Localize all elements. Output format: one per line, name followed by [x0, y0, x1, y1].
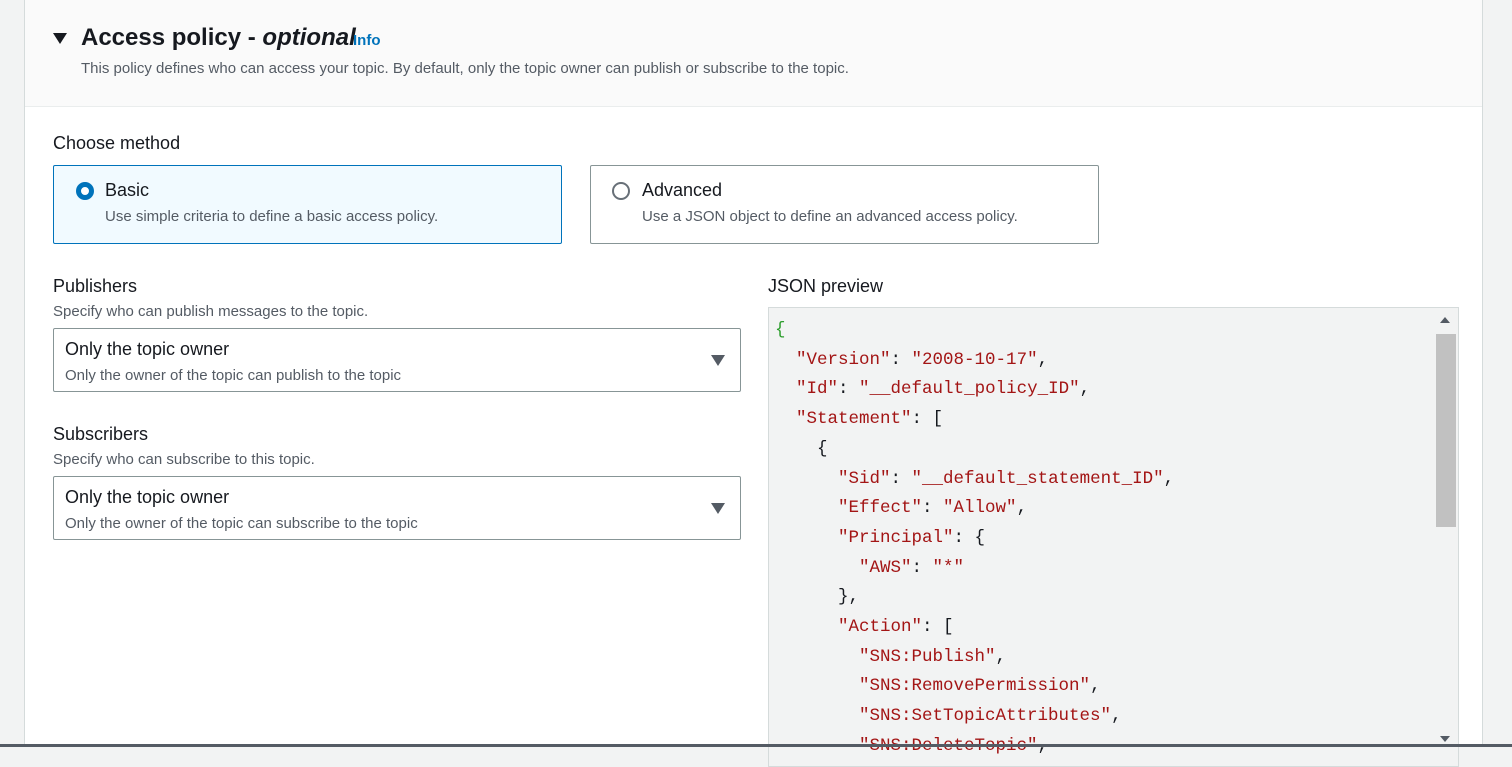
- json-value: "*": [932, 557, 965, 578]
- optional-label: optional: [262, 24, 356, 51]
- subscribers-value-description: Only the owner of the topic can subscrib…: [65, 515, 418, 532]
- json-line: "SNS:RemovePermission",: [859, 676, 1101, 697]
- method-advanced-title: Advanced: [642, 180, 723, 200]
- json-line: "SNS:SetTopicAttributes",: [859, 706, 1122, 727]
- json-brace: {: [775, 320, 786, 340]
- info-link[interactable]: Info: [353, 32, 381, 49]
- scroll-thumb[interactable]: [1436, 334, 1456, 527]
- method-basic-tile[interactable]: Basic Use simple criteria to define a ba…: [53, 165, 562, 244]
- json-string: "SNS:Publish": [859, 646, 996, 667]
- json-line: "Action": [: [838, 617, 954, 638]
- section-title-separator: -: [241, 24, 263, 51]
- section-title-text: Access policy: [81, 24, 242, 51]
- radio-advanced[interactable]: [612, 182, 630, 200]
- json-preview-label: JSON preview: [768, 276, 884, 296]
- subscribers-label: Subscribers: [53, 424, 149, 444]
- json-line: "Statement": [: [796, 409, 944, 430]
- method-advanced-description: Use a JSON object to define an advanced …: [642, 208, 1018, 225]
- caret-down-icon: [711, 503, 725, 514]
- publishers-value-description: Only the owner of the topic can publish …: [65, 367, 402, 384]
- radio-basic-checked[interactable]: [76, 182, 94, 200]
- json-key: "Id": [796, 379, 839, 400]
- scroll-down-icon[interactable]: [1440, 736, 1450, 742]
- choose-method-label: Choose method: [53, 133, 181, 153]
- json-key: "Effect": [838, 498, 923, 519]
- json-string: "SNS:RemovePermission": [859, 676, 1091, 697]
- json-preview-box[interactable]: { "Version": "2008-10-17", "Id": "__defa…: [768, 307, 1459, 767]
- method-advanced-tile[interactable]: Advanced Use a JSON object to define an …: [590, 165, 1099, 244]
- json-line: "AWS": "*": [859, 557, 965, 578]
- access-policy-header[interactable]: Access policy - optional Info This polic…: [25, 0, 1482, 107]
- json-value: "Allow": [943, 498, 1017, 519]
- json-key: "Action": [838, 617, 923, 638]
- json-value: "__default_statement_ID": [911, 468, 1164, 489]
- json-line: "Version": "2008-10-17",: [796, 349, 1049, 370]
- publishers-hint: Specify who can publish messages to the …: [53, 303, 369, 320]
- json-line: {: [775, 439, 828, 459]
- section-title: Access policy - optional: [81, 24, 356, 52]
- access-policy-panel: Access policy - optional Info This polic…: [24, 0, 1483, 767]
- json-line: "Id": "__default_policy_ID",: [796, 379, 1091, 400]
- json-key: "Principal": [838, 527, 954, 548]
- json-line: },: [775, 587, 859, 607]
- json-value: "2008-10-17": [911, 349, 1038, 370]
- json-key: "AWS": [859, 557, 912, 578]
- json-line: "SNS:Publish",: [859, 646, 1007, 667]
- json-line: "Effect": "Allow",: [838, 498, 1028, 519]
- json-line: {: [775, 320, 786, 340]
- json-line: "Principal": {: [838, 527, 986, 548]
- method-basic-title: Basic: [105, 180, 150, 200]
- subscribers-hint: Specify who can subscribe to this topic.: [53, 451, 315, 468]
- json-brace: {: [817, 438, 828, 459]
- json-preview-scrollbar[interactable]: [1434, 308, 1458, 766]
- subscribers-value: Only the topic owner: [65, 487, 230, 507]
- publishers-select[interactable]: Only the topic owner Only the owner of t…: [53, 328, 741, 392]
- caret-down-icon[interactable]: [53, 33, 67, 44]
- json-key: "Statement": [796, 409, 912, 430]
- publishers-label: Publishers: [53, 276, 138, 296]
- scroll-up-icon[interactable]: [1440, 317, 1450, 323]
- json-key: "Version": [796, 349, 891, 370]
- caret-down-icon: [711, 355, 725, 366]
- json-value: "__default_policy_ID": [859, 379, 1080, 400]
- json-line: "Sid": "__default_statement_ID",: [838, 468, 1175, 489]
- publishers-value: Only the topic owner: [65, 339, 230, 359]
- json-preview-code: { "Version": "2008-10-17", "Id": "__defa…: [775, 316, 1174, 762]
- method-basic-description: Use simple criteria to define a basic ac…: [105, 208, 439, 225]
- json-string: "SNS:SetTopicAttributes": [859, 706, 1112, 727]
- json-key: "Sid": [838, 468, 891, 489]
- section-description: This policy defines who can access your …: [81, 60, 849, 77]
- subscribers-select[interactable]: Only the topic owner Only the owner of t…: [53, 476, 741, 540]
- json-brace: },: [838, 587, 860, 608]
